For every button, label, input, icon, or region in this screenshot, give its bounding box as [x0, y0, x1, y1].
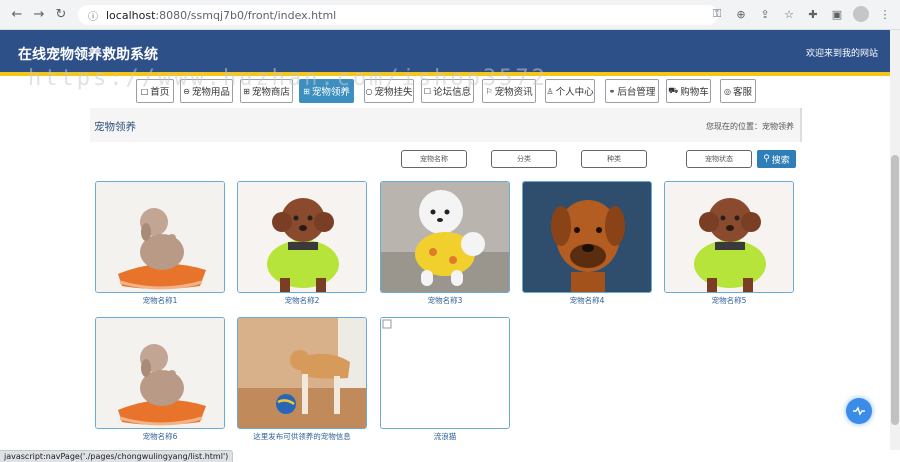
circle-icon: ⊖	[183, 86, 190, 96]
reload-icon[interactable]: ↻	[50, 4, 72, 26]
square-icon: □	[140, 86, 149, 96]
forward-icon[interactable]: →	[28, 4, 50, 26]
pet-name-input[interactable]: 宠物名称	[401, 150, 467, 168]
pet-name[interactable]: 宠物名称2	[237, 295, 367, 306]
pet-card[interactable]: 宠物名称3	[380, 181, 510, 306]
location-text: 您现在的位置：宠物领养	[706, 122, 794, 131]
nav-item-label: 宠物挂失	[374, 87, 413, 98]
circle-icon: ○	[365, 86, 373, 96]
nav-item-label: 宠物用品	[191, 87, 230, 98]
grid-icon: ⊞	[303, 86, 310, 96]
url-host: localhost	[106, 8, 156, 22]
breadcrumb: 宠物领养 您现在的位置：宠物领养	[90, 108, 802, 142]
pet-image[interactable]	[237, 181, 367, 293]
status-input[interactable]: 宠物状态	[686, 150, 752, 168]
pet-image[interactable]	[380, 317, 510, 429]
pet-name[interactable]: 宠物名称4	[522, 295, 652, 306]
pet-name[interactable]: 宠物名称1	[95, 295, 225, 306]
nav-item-2[interactable]: ⊞ 宠物商店	[240, 79, 293, 103]
nav-item-label: 论坛信息	[433, 87, 472, 98]
nav-item-label: 个人中心	[555, 87, 594, 98]
support-icon: ◎	[724, 86, 731, 96]
nav-item-label: 后台管理	[617, 87, 656, 98]
nav-item-10[interactable]: ◎ 客服	[720, 79, 756, 103]
user-icon: ♙	[546, 86, 554, 96]
flag-icon: ⚐	[485, 86, 493, 96]
pet-image[interactable]	[95, 181, 225, 293]
welcome-text: 欢迎来到我的网站	[805, 49, 878, 59]
pet-image[interactable]	[95, 317, 225, 429]
url-path: :8080/ssmqj7b0/front/index.html	[155, 8, 337, 22]
sidepanel-icon[interactable]: ▣	[828, 5, 846, 23]
nav-item-9[interactable]: ⛟ 购物车	[666, 79, 711, 103]
pet-card[interactable]: 宠物名称2	[237, 181, 367, 306]
extensions-icon[interactable]: ✚	[804, 5, 822, 23]
species-input[interactable]: 种类	[581, 150, 647, 168]
pet-name[interactable]: 宠物名称5	[664, 295, 794, 306]
browser-toolbar: ← → ↻ ⓘ localhost:8080/ssmqj7b0/front/in…	[0, 0, 900, 30]
back-icon[interactable]: ←	[6, 4, 28, 26]
nav-item-3[interactable]: ⊞ 宠物领养	[299, 79, 354, 103]
nav-item-1[interactable]: ⊖ 宠物用品	[180, 79, 233, 103]
page-scrollbar[interactable]	[890, 30, 900, 450]
pet-image[interactable]	[522, 181, 652, 293]
share-icon[interactable]: ⇪	[756, 5, 774, 23]
zoom-icon[interactable]: ⊕	[732, 5, 750, 23]
pet-image[interactable]	[380, 181, 510, 293]
pet-name[interactable]: 宠物名称3	[380, 295, 510, 306]
nav-item-label: 购物车	[680, 87, 709, 98]
cart-icon: ⛟	[668, 86, 679, 95]
status-bar: javascript:navPage('./pages/chongwulingy…	[0, 450, 234, 462]
pet-name[interactable]: 宠物名称6	[95, 431, 225, 442]
search-button[interactable]: ⚲ 搜索	[757, 150, 796, 168]
nav-item-label: 宠物商店	[251, 87, 290, 98]
category-input[interactable]: 分类	[491, 150, 557, 168]
pet-card[interactable]: 宠物名称6	[95, 317, 225, 442]
info-icon[interactable]: ⓘ	[88, 8, 98, 23]
pet-card[interactable]: 宠物名称5	[664, 181, 794, 306]
wave-icon	[853, 406, 865, 416]
link-icon: ⚭	[608, 86, 616, 96]
search-button-label: 搜索	[771, 155, 790, 166]
pet-card[interactable]: 宠物名称1	[95, 181, 225, 306]
pet-name[interactable]: 这里发布可供领养的宠物信息	[237, 431, 367, 442]
nav-item-label: 客服	[732, 87, 752, 98]
nav-item-6[interactable]: ⚐ 宠物资讯	[482, 79, 536, 103]
chat-float-button[interactable]	[846, 398, 872, 424]
nav-item-4[interactable]: ○ 宠物挂失	[364, 79, 414, 103]
nav-item-label: 宠物领养	[311, 87, 350, 98]
square-icon: ☐	[423, 86, 432, 96]
search-icon: ⚲	[763, 154, 770, 164]
site-title: 在线宠物领养救助系统	[18, 47, 158, 63]
nav-item-label: 首页	[150, 87, 170, 98]
pet-image[interactable]	[664, 181, 794, 293]
site-header: 在线宠物领养救助系统 欢迎来到我的网站	[0, 30, 890, 76]
profile-icon[interactable]	[852, 5, 870, 23]
scroll-thumb[interactable]	[891, 155, 899, 425]
grid-icon: ⊞	[243, 86, 250, 96]
pet-card[interactable]: 宠物名称4	[522, 181, 652, 306]
pet-card[interactable]: 流浪猫	[380, 317, 510, 442]
nav-item-0[interactable]: □ 首页	[136, 79, 174, 103]
page-title: 宠物领养	[94, 121, 136, 133]
nav-item-8[interactable]: ⚭ 后台管理	[605, 79, 659, 103]
menu-icon[interactable]: ⋮	[876, 5, 894, 23]
pet-card[interactable]: 这里发布可供领养的宠物信息	[237, 317, 367, 442]
nav-item-5[interactable]: ☐ 论坛信息	[421, 79, 474, 103]
main-nav: □ 首页 ⊖ 宠物用品 ⊞ 宠物商店 ⊞ 宠物领养 ○ 宠物挂失 ☐ 论坛信息 ⚐ 宠物资讯 ♙ 个人中心 ⚭ 后…	[0, 76, 890, 106]
nav-item-7[interactable]: ♙ 个人中心	[545, 79, 595, 103]
pet-name[interactable]: 流浪猫	[380, 431, 510, 442]
bookmark-star-icon[interactable]: ☆	[780, 5, 798, 23]
pet-image[interactable]	[237, 317, 367, 429]
nav-item-label: 宠物资讯	[494, 87, 533, 98]
key-icon[interactable]: ⚿	[708, 5, 726, 23]
address-bar[interactable]: ⓘ localhost:8080/ssmqj7b0/front/index.ht…	[78, 5, 718, 25]
